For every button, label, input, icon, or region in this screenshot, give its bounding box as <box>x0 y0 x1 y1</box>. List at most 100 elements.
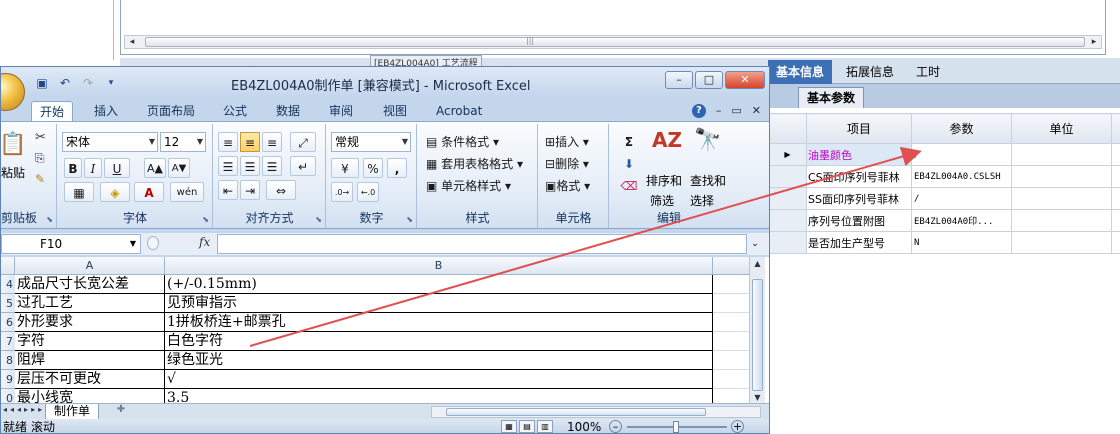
expand-formula-bar-icon[interactable]: ⌄ <box>748 235 762 253</box>
accounting-format-button[interactable]: ¥ <box>331 158 359 178</box>
row-number[interactable]: 8 <box>1 351 15 370</box>
column-header-param[interactable]: 参数 <box>911 113 1012 144</box>
undo-icon[interactable]: ↶ <box>56 75 74 91</box>
name-box[interactable]: F10 ▼ <box>1 234 141 254</box>
underline-button[interactable]: U <box>104 158 130 178</box>
cell-b[interactable]: 见预审指示 <box>165 294 713 313</box>
param-name[interactable]: CS面印序列号菲林 <box>806 165 912 188</box>
row-number[interactable]: 4 <box>1 275 15 294</box>
row-number[interactable]: 6 <box>1 313 15 332</box>
customize-qat-icon[interactable]: ▾ <box>102 75 120 91</box>
font-size-select[interactable]: 12 ▼ <box>160 132 206 152</box>
ribbon-close-button[interactable]: ✕ <box>752 104 761 118</box>
zoom-out-icon[interactable]: – <box>609 420 622 433</box>
tab-insert[interactable]: 插入 <box>94 101 118 121</box>
number-format-select[interactable]: 常规 ▼ <box>331 132 411 152</box>
tab-review[interactable]: 审阅 <box>329 101 353 121</box>
redo-icon[interactable]: ↷ <box>79 75 97 91</box>
column-header-a[interactable]: A <box>15 257 165 275</box>
save-icon[interactable]: ▣ <box>33 75 51 91</box>
delete-cells-button[interactable]: ⊟删除 ▾ <box>545 154 589 174</box>
scrollbar-thumb[interactable] <box>446 408 706 416</box>
autosum-button[interactable]: Σ <box>618 132 640 152</box>
orientation-button[interactable]: ⤢ <box>290 132 316 152</box>
tab-page-layout[interactable]: 页面布局 <box>147 101 195 121</box>
merge-center-button[interactable]: ⇔ <box>266 180 296 200</box>
fill-button[interactable]: ⬇ <box>618 154 640 174</box>
format-as-table-button[interactable]: ▦ 套用表格格式 ▾ <box>426 154 523 174</box>
cell-a[interactable]: 字符 <box>15 332 165 351</box>
font-name-select[interactable]: 宋体 ▼ <box>62 132 158 152</box>
param-value[interactable]: EB4ZL004A0.CSLSH <box>911 165 1012 188</box>
row-number[interactable]: 5 <box>1 294 15 313</box>
format-painter-icon[interactable]: ✎ <box>35 172 45 186</box>
cell-b[interactable]: 绿色亚光 <box>165 351 713 370</box>
bold-button[interactable]: B <box>64 158 82 178</box>
decrease-decimal-button[interactable]: ←.0 <box>357 182 379 202</box>
paste-icon[interactable]: 📋 <box>1 132 26 157</box>
cut-icon[interactable]: ✂ <box>35 130 46 145</box>
table-row[interactable]: 序列号位置附图 EB4ZL004A0印... <box>768 209 1120 232</box>
sheet-nav-arrows-icon[interactable]: ◂◂◂▸▸▸ <box>3 405 45 414</box>
row-number[interactable]: 7 <box>1 332 15 351</box>
formula-bar-grip-icon[interactable] <box>147 236 159 250</box>
param-name[interactable]: 序列号位置附图 <box>806 209 912 232</box>
align-middle-button[interactable]: ≡ <box>240 132 260 152</box>
tab-formulas[interactable]: 公式 <box>223 101 247 121</box>
cell-c[interactable] <box>713 351 749 370</box>
param-name[interactable]: SS面印序列号菲林 <box>806 187 912 210</box>
cell-c[interactable] <box>713 313 749 332</box>
align-top-button[interactable]: ≡ <box>218 132 238 152</box>
cell-b[interactable]: 白色字符 <box>165 332 713 351</box>
zoom-level[interactable]: 100% <box>567 419 601 433</box>
find-label[interactable]: 查找和 <box>690 172 726 189</box>
tab-basic-info[interactable]: 基本信息 <box>768 60 833 84</box>
cell-c[interactable] <box>713 332 749 351</box>
scroll-right-icon[interactable]: ▸ <box>1087 36 1101 48</box>
cell-b[interactable]: √ <box>165 370 713 389</box>
tab-extended-info[interactable]: 拓展信息 <box>838 60 902 84</box>
cell-a[interactable]: 层压不可更改 <box>15 370 165 389</box>
cell-b[interactable]: 1拼板桥连+邮票孔 <box>165 313 713 332</box>
scroll-up-icon[interactable]: ▲ <box>750 257 765 271</box>
select-label[interactable]: 选择 <box>690 192 714 209</box>
scroll-left-icon[interactable]: ◂ <box>125 36 139 48</box>
cell-a[interactable]: 阻焊 <box>15 351 165 370</box>
column-header-item[interactable]: 项目 <box>806 113 912 144</box>
cell-c[interactable] <box>713 370 749 389</box>
param-value[interactable]: N <box>911 231 1012 254</box>
conditional-format-button[interactable]: ▤ 条件格式 ▾ <box>426 132 499 152</box>
select-all-corner[interactable] <box>1 257 15 275</box>
param-value[interactable]: EB4ZL004A0印... <box>911 209 1012 232</box>
param-value[interactable]: / <box>911 187 1012 210</box>
param-name[interactable]: 是否加生产型号 <box>806 231 912 254</box>
param-unit[interactable] <box>1011 209 1112 232</box>
column-header-unit[interactable]: 单位 <box>1011 113 1112 144</box>
page-layout-view-icon[interactable]: ▤ <box>519 420 535 433</box>
grow-font-button[interactable]: A▲ <box>144 158 166 178</box>
zoom-in-icon[interactable]: + <box>731 420 744 433</box>
percent-button[interactable]: % <box>363 158 383 178</box>
cell-a[interactable]: 成品尺寸长宽公差 <box>15 275 165 294</box>
tab-home[interactable]: 开始 <box>31 101 74 121</box>
param-value[interactable]: / <box>911 143 1012 166</box>
ribbon-restore-button[interactable]: ▭ <box>731 104 741 118</box>
cell-c[interactable] <box>713 275 749 294</box>
fill-color-button[interactable]: ◈ <box>100 182 130 202</box>
column-header-b[interactable]: B <box>165 257 713 275</box>
copy-icon[interactable]: ⎘ <box>35 151 45 166</box>
dialog-launcher-icon[interactable]: ⬊ <box>315 215 322 224</box>
table-row[interactable]: CS面印序列号菲林 EB4ZL004A0.CSLSH <box>768 165 1120 188</box>
font-color-button[interactable]: A <box>134 182 164 202</box>
borders-button[interactable]: ▦ <box>64 182 94 202</box>
scrollbar-thumb[interactable] <box>752 279 763 391</box>
scrollbar-thumb[interactable]: ||| <box>145 36 1085 47</box>
formula-input[interactable] <box>217 234 747 254</box>
tab-acrobat[interactable]: Acrobat <box>436 101 482 121</box>
shrink-font-button[interactable]: A▼ <box>168 158 190 178</box>
dialog-launcher-icon[interactable]: ⬊ <box>202 215 209 224</box>
format-cells-button[interactable]: ▣格式 ▾ <box>545 176 590 196</box>
align-right-button[interactable]: ☰ <box>262 156 282 176</box>
zoom-slider-thumb[interactable] <box>673 421 679 433</box>
param-name[interactable]: 油墨颜色 <box>806 143 912 166</box>
